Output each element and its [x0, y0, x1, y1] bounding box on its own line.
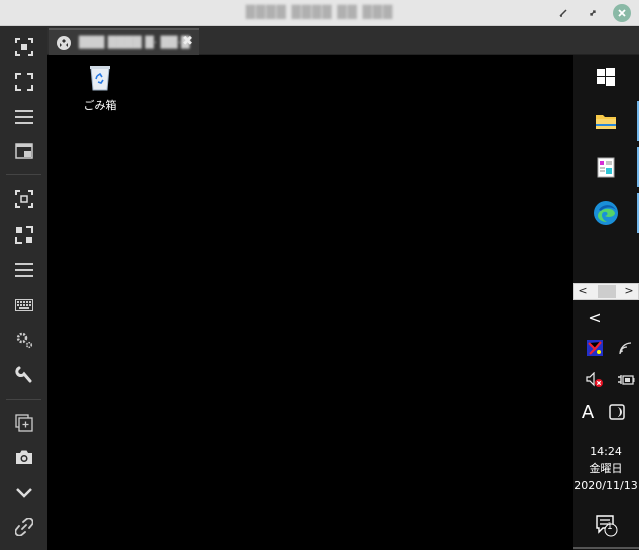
remote-viewer-window: ████ ████ ██ ███ ███ ████ █· ██·█ ✖ ごみ箱 … — [0, 0, 639, 550]
taskbar-divider — [573, 547, 639, 549]
taskbar-edge[interactable] — [573, 191, 639, 235]
settings-button[interactable] — [0, 326, 47, 354]
minimize-button[interactable] — [554, 4, 572, 22]
wifi-icon — [619, 342, 632, 355]
new-window-button[interactable] — [0, 409, 47, 437]
clock-day: 金曜日 — [589, 462, 623, 475]
tab-bar: ███ ████ █· ██·█ ✖ — [47, 27, 639, 55]
window-icon — [14, 143, 33, 159]
edge-browser-icon — [594, 201, 618, 225]
clock-date: 2020/11/13 — [574, 479, 638, 492]
start-button[interactable] — [573, 55, 639, 99]
recycle-bin-shortcut[interactable]: ごみ箱 — [77, 63, 123, 113]
menu-icon — [14, 110, 33, 124]
ime-options-icon — [609, 404, 625, 420]
ime-label: A — [581, 401, 595, 423]
window-title: ████ ████ ██ ███ — [245, 5, 394, 19]
disconnect-icon — [14, 518, 33, 536]
disconnect-button[interactable] — [0, 513, 47, 541]
settings-icon — [16, 332, 32, 349]
wrench-button[interactable] — [0, 361, 47, 389]
camera-icon — [15, 450, 32, 464]
fullscreen-button[interactable] — [0, 68, 47, 96]
tray-app-button[interactable] — [580, 335, 610, 361]
collapse-button[interactable] — [0, 479, 47, 507]
toolbar-divider — [6, 174, 41, 175]
taskbar-scroll[interactable]: < > — [573, 283, 639, 300]
scale-icon — [14, 190, 33, 208]
notepad-icon — [597, 157, 615, 178]
remote-desktop[interactable]: ごみ箱 — [47, 55, 573, 550]
volume-muted-icon — [586, 372, 603, 387]
power-button[interactable] — [611, 367, 639, 393]
shrink-button[interactable] — [0, 221, 47, 249]
tab-remote-session[interactable]: ███ ████ █· ██·█ ✖ — [49, 28, 199, 55]
scroll-right-button[interactable]: > — [620, 284, 638, 299]
network-button[interactable] — [611, 335, 639, 361]
battery-plug-icon — [618, 375, 635, 385]
scroll-thumb[interactable] — [598, 285, 616, 298]
window-mode-button[interactable] — [0, 137, 47, 165]
focus-icon — [14, 38, 33, 56]
tab-close-icon[interactable]: ✖ — [182, 34, 193, 49]
close-button[interactable] — [613, 4, 631, 22]
focus-button[interactable] — [0, 33, 47, 61]
maximize-button[interactable] — [584, 4, 602, 22]
shrink-icon — [14, 226, 33, 244]
keyboard-button[interactable] — [0, 291, 47, 319]
tab-label: ███ ████ █· ██·█ — [79, 36, 190, 49]
notification-count: 1 — [607, 522, 613, 532]
taskbar-clock[interactable]: 14:24 金曜日 2020/11/13 — [573, 443, 639, 494]
title-bar: ████ ████ ██ ███ — [0, 0, 639, 26]
taskbar-file-explorer[interactable] — [573, 99, 639, 143]
ime-mode-button[interactable]: A — [573, 399, 603, 425]
clock-time: 14:24 — [590, 445, 622, 458]
chevron-down-icon — [15, 488, 32, 498]
recycle-bin-label: ごみ箱 — [83, 99, 117, 112]
wrench-icon — [14, 366, 31, 383]
fullscreen-icon — [14, 73, 33, 91]
ime-options-button[interactable] — [602, 399, 632, 425]
scroll-left-button[interactable]: < — [574, 284, 592, 299]
taskbar-notepad[interactable] — [573, 145, 639, 189]
toolbar-divider — [6, 399, 41, 400]
taskbar: < > < A 14:24 金曜日 2020/11/13 1 — [573, 55, 639, 550]
screenshot-button[interactable] — [0, 443, 47, 471]
session-icon — [57, 35, 71, 50]
folder-icon — [596, 115, 616, 129]
volume-button[interactable] — [580, 367, 610, 393]
list-icon — [14, 263, 33, 277]
restore-icon — [590, 10, 596, 16]
tray-expand-button[interactable]: < — [580, 304, 610, 330]
action-center-button[interactable]: 1 — [591, 510, 621, 540]
keyboard-icon — [14, 299, 33, 311]
tray-app-icon — [587, 340, 603, 356]
chevron-left-icon: < — [588, 307, 602, 327]
minimize-icon — [559, 9, 567, 17]
close-icon — [618, 9, 626, 17]
menu-button[interactable] — [0, 103, 47, 131]
add-window-icon — [14, 414, 33, 432]
left-toolbar — [0, 27, 47, 550]
notification-icon — [596, 515, 618, 537]
scale-button[interactable] — [0, 185, 47, 213]
windows-logo-icon — [597, 68, 615, 86]
list-button[interactable] — [0, 256, 47, 284]
recycle-bin-icon — [90, 66, 110, 91]
